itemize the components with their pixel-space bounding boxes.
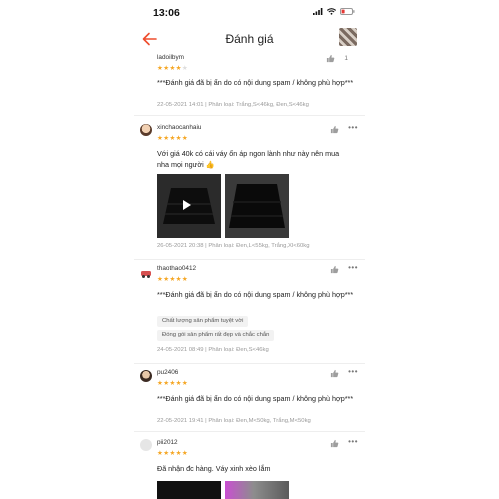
more-options-icon[interactable]: •••	[348, 437, 358, 446]
user-avatar[interactable]	[140, 370, 152, 382]
review-meta: 22-05-2021 19:41 | Phân loại: Đen,M<50kg…	[157, 418, 311, 424]
review-text: ***Đánh giá đã bị ẩn do có nội dung spam…	[157, 290, 354, 299]
review-meta: 26-05-2021 20:38 | Phân loại: Đen,L<55kg…	[157, 243, 310, 249]
review-text: Đã nhận đc hàng. Váy xinh xèo lắm	[157, 464, 271, 473]
product-thumbnail[interactable]	[339, 28, 357, 46]
more-options-icon[interactable]: •••	[348, 123, 358, 132]
review-item: thaothao0412 ★★★★★ ••• ***Đánh giá đã bị…	[134, 260, 365, 364]
review-item: pii2012 ★★★★★ ••• Đã nhận đc hàng. Váy x…	[134, 432, 365, 499]
rating-stars: ★★★★★	[157, 65, 189, 72]
signal-icon	[313, 8, 323, 15]
review-media	[157, 174, 297, 238]
thumbs-up-icon[interactable]	[330, 125, 339, 134]
review-video[interactable]	[157, 174, 221, 238]
battery-icon	[340, 8, 355, 15]
review-item: pu2406 ★★★★★ ••• ***Đánh giá đã bị ẩn do…	[134, 364, 365, 432]
more-options-icon[interactable]: •••	[348, 367, 358, 376]
thumbs-up-icon[interactable]	[326, 54, 335, 63]
review-username: pii2012	[157, 439, 178, 446]
thumbs-up-icon[interactable]	[330, 265, 339, 274]
user-avatar[interactable]	[140, 124, 152, 136]
thumbs-up-icon[interactable]	[330, 439, 339, 448]
rating-stars: ★★★★★	[157, 276, 189, 283]
review-photo[interactable]	[157, 481, 221, 499]
review-username: xinchaocanhaiu	[157, 124, 202, 131]
review-meta: 24-05-2021 08:49 | Phân loại: Đen,S<46kg	[157, 347, 269, 353]
thumbs-up-icon[interactable]	[330, 369, 339, 378]
rating-stars: ★★★★★	[157, 135, 189, 142]
page-title: Đánh giá	[225, 32, 274, 46]
review-photo[interactable]	[225, 481, 289, 499]
review-username: pu2406	[157, 369, 179, 376]
status-bar: 13:06	[134, 0, 365, 26]
review-photo[interactable]	[225, 174, 289, 238]
rating-stars: ★★★★★	[157, 380, 189, 387]
like-count: 1	[344, 55, 348, 62]
play-icon[interactable]	[183, 200, 191, 210]
review-item: ladoilbym ★★★★★ 1 ***Đánh giá đã bị ẩn d…	[134, 50, 365, 116]
review-text: Với giá 40k có cái váy ổn áp ngon lành n…	[157, 149, 340, 169]
review-text: ***Đánh giá đã bị ẩn do có nội dung spam…	[157, 78, 354, 87]
review-tag: Chất lượng sản phẩm tuyệt vời	[157, 316, 249, 327]
rating-stars: ★★★★★	[157, 450, 189, 457]
wifi-icon	[327, 8, 336, 15]
review-media	[157, 481, 297, 499]
review-item: xinchaocanhaiu ★★★★★ ••• Với giá 40k có …	[134, 117, 365, 260]
review-username: ladoilbym	[157, 54, 184, 61]
status-time: 13:06	[153, 7, 180, 19]
review-username: thaothao0412	[157, 265, 197, 272]
review-tag: Đóng gói sản phẩm rất đẹp và chắc chắn	[157, 330, 275, 341]
review-meta: 22-05-2021 14:01 | Phân loại: Trắng,S<46…	[157, 102, 309, 108]
phone-screen: 13:06 Đánh giá ladoilbym ★★★★★ 1 ***Đánh…	[134, 0, 365, 499]
user-avatar[interactable]	[140, 439, 152, 451]
skirt-photo	[225, 174, 289, 238]
status-icons	[313, 8, 355, 15]
more-options-icon[interactable]: •••	[348, 263, 358, 272]
user-avatar[interactable]	[140, 266, 152, 278]
review-text: ***Đánh giá đã bị ẩn do có nội dung spam…	[157, 394, 354, 403]
